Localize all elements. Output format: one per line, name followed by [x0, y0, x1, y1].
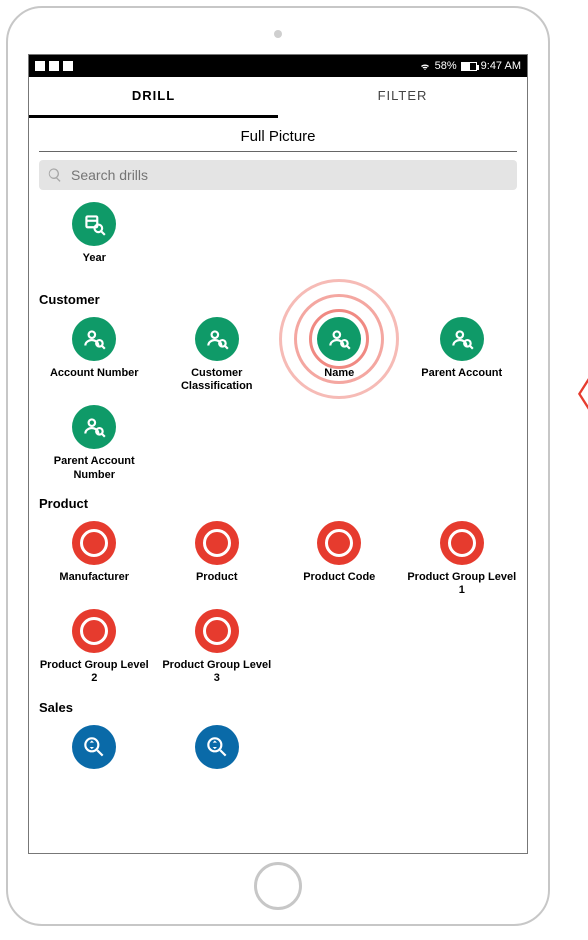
battery-percentage: 58%	[435, 60, 457, 72]
updown-search-icon	[72, 725, 116, 769]
clock: 9:47 AM	[481, 60, 521, 72]
ring-icon	[72, 609, 116, 653]
tab-filter[interactable]: FILTER	[278, 77, 527, 114]
battery-icon	[461, 62, 477, 71]
product-grid: Manufacturer Product Product Code Produc…	[29, 515, 527, 692]
person-search-icon	[72, 405, 116, 449]
drill-product[interactable]: Product	[156, 515, 279, 603]
drill-label: Account Number	[50, 367, 139, 393]
drill-manufacturer[interactable]: Manufacturer	[33, 515, 156, 603]
drill-label: Parent Account	[421, 367, 502, 393]
drill-parent-account[interactable]: Parent Account	[401, 311, 524, 399]
section-product-label: Product	[29, 488, 527, 515]
sales-grid	[29, 719, 527, 807]
ring-icon	[440, 521, 484, 565]
drill-label: Year	[83, 252, 106, 278]
time-grid: Year	[29, 196, 527, 284]
search-input[interactable]	[71, 167, 509, 183]
status-left-icons	[35, 61, 73, 71]
person-search-icon	[72, 317, 116, 361]
drill-product-group-2[interactable]: Product Group Level 2	[33, 603, 156, 691]
person-search-icon	[317, 317, 361, 361]
drill-customer-classification[interactable]: Customer Classification	[156, 311, 279, 399]
tablet-camera	[274, 30, 282, 38]
drill-label: Parent Account Number	[37, 455, 152, 481]
drill-label: Product Group Level 2	[37, 659, 152, 685]
section-customer-label: Customer	[29, 284, 527, 311]
drill-label: Customer Classification	[160, 367, 275, 393]
drill-name[interactable]: Name	[278, 311, 401, 399]
home-button[interactable]	[254, 862, 302, 910]
page-title: Full Picture	[29, 118, 527, 151]
ring-icon	[72, 521, 116, 565]
person-search-icon	[440, 317, 484, 361]
status-bar: 58% 9:47 AM	[29, 55, 527, 77]
drill-product-group-1[interactable]: Product Group Level 1	[401, 515, 524, 603]
updown-search-icon	[195, 725, 239, 769]
wifi-icon	[419, 60, 431, 72]
status-right: 58% 9:47 AM	[419, 60, 521, 72]
tab-bar: DRILL FILTER	[29, 77, 527, 115]
drill-label: Product Group Level 3	[160, 659, 275, 685]
search-box[interactable]	[39, 160, 517, 190]
section-sales-label: Sales	[29, 692, 527, 719]
drill-label: Product Code	[303, 571, 375, 597]
external-pointer-icon: 〈	[558, 368, 588, 417]
tab-drill[interactable]: DRILL	[29, 77, 278, 114]
customer-grid: Account Number Customer Classification N…	[29, 311, 527, 488]
screen: 58% 9:47 AM DRILL FILTER Full Picture	[28, 54, 528, 854]
search-icon	[47, 167, 63, 183]
drill-account-number[interactable]: Account Number	[33, 311, 156, 399]
notification-icon	[63, 61, 73, 71]
drill-parent-account-number[interactable]: Parent Account Number	[33, 399, 156, 487]
drill-product-code[interactable]: Product Code	[278, 515, 401, 603]
drill-label: Product	[196, 571, 238, 597]
drill-label: Product Group Level 1	[405, 571, 520, 597]
drill-sales-1[interactable]	[33, 719, 156, 807]
drill-sales-2[interactable]	[156, 719, 279, 807]
notification-icon	[49, 61, 59, 71]
calendar-search-icon	[72, 202, 116, 246]
drill-label: Manufacturer	[59, 571, 129, 597]
ring-icon	[195, 609, 239, 653]
drill-year[interactable]: Year	[33, 196, 156, 284]
title-divider	[39, 151, 517, 152]
notification-icon	[35, 61, 45, 71]
ring-icon	[195, 521, 239, 565]
drill-label: Name	[324, 367, 354, 393]
ring-icon	[317, 521, 361, 565]
person-search-icon	[195, 317, 239, 361]
tablet-frame: 58% 9:47 AM DRILL FILTER Full Picture	[6, 6, 550, 926]
drill-product-group-3[interactable]: Product Group Level 3	[156, 603, 279, 691]
